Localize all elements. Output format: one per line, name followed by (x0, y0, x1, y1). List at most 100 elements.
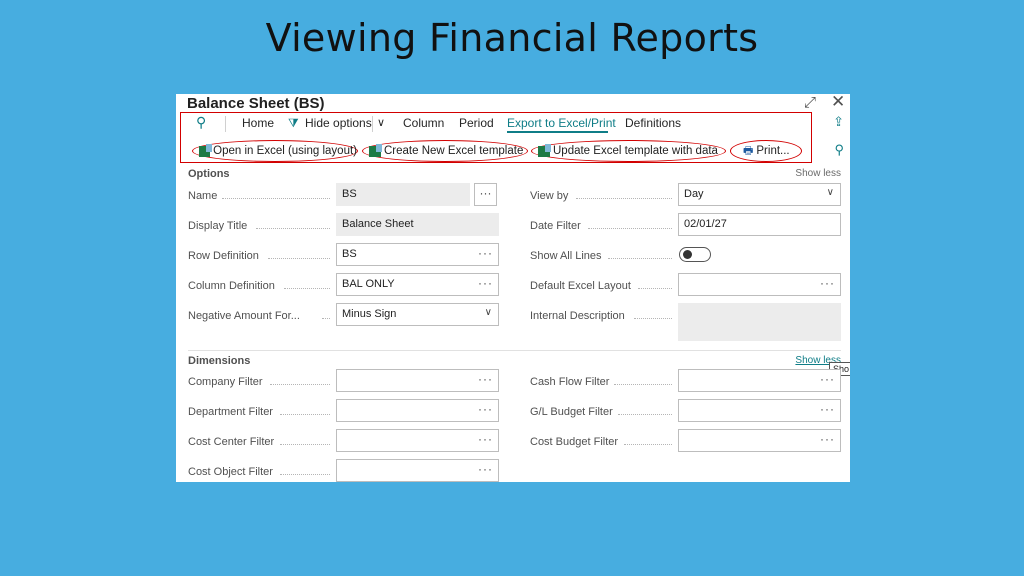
menu-period[interactable]: Period (459, 116, 494, 130)
excel-icon (199, 143, 213, 157)
row-definition-value: BS (342, 248, 357, 260)
leader-dots (280, 474, 330, 475)
leader-dots (280, 444, 330, 445)
print-label: Print... (756, 145, 790, 157)
update-template-label: Update Excel template with data (553, 145, 718, 157)
gl-budget-filter-label: G/L Budget Filter (530, 406, 613, 418)
row-definition-field[interactable]: BS ··· (336, 243, 499, 266)
date-filter-field[interactable]: 02/01/27 (678, 213, 841, 236)
internal-description-label: Internal Description (530, 310, 625, 322)
active-tab-underline (507, 131, 608, 133)
cost-budget-filter-label: Cost Budget Filter (530, 436, 619, 448)
section-divider (188, 350, 841, 351)
view-by-select[interactable]: Day ∨ (678, 183, 841, 206)
lookup-icon[interactable]: ··· (820, 372, 835, 386)
view-by-label: View by (530, 190, 569, 202)
leader-dots (614, 384, 672, 385)
show-all-lines-toggle[interactable] (679, 247, 711, 262)
lookup-icon[interactable]: ··· (478, 372, 493, 386)
name-lookup-button[interactable]: ··· (474, 183, 497, 206)
filter-icon: ⧩ (288, 116, 299, 130)
lookup-icon[interactable]: ··· (820, 402, 835, 416)
name-label: Name (188, 190, 218, 202)
close-icon[interactable]: ✕ (831, 94, 845, 110)
update-excel-template-button[interactable]: Update Excel template with data (531, 140, 726, 162)
column-definition-label: Column Definition (188, 280, 275, 292)
excel-icon (369, 143, 382, 157)
cost-center-filter-field[interactable]: ··· (336, 429, 499, 452)
lookup-icon[interactable]: ··· (478, 462, 493, 476)
menu-divider (372, 116, 373, 132)
menu-column[interactable]: Column (403, 116, 444, 130)
leader-dots (576, 198, 672, 199)
lookup-icon[interactable]: ··· (478, 246, 493, 260)
leader-dots (608, 258, 672, 259)
date-filter-label: Date Filter (530, 220, 581, 232)
open-in-excel-button[interactable]: Open in Excel (using layout) (192, 140, 358, 162)
view-by-value: Day (684, 188, 704, 200)
options-show-less[interactable]: Show less (795, 168, 841, 179)
cash-flow-filter-label: Cash Flow Filter (530, 376, 610, 388)
dimensions-section-title: Dimensions (188, 355, 251, 367)
chevron-down-icon: ∨ (484, 307, 492, 318)
column-definition-value: BAL ONLY (342, 278, 395, 290)
display-title-label: Display Title (188, 220, 248, 232)
display-title-field[interactable]: Balance Sheet (336, 213, 499, 236)
leader-dots (634, 318, 672, 319)
excel-icon (538, 143, 551, 157)
negative-amount-value: Minus Sign (342, 308, 397, 320)
printer-icon: 🖶 (743, 144, 754, 157)
create-template-label: Create New Excel template (384, 145, 524, 157)
chevron-down-icon: ∨ (826, 187, 834, 198)
chevron-down-icon[interactable]: ∨ (377, 116, 385, 129)
search-icon[interactable]: ⚲ (196, 114, 206, 131)
company-filter-label: Company Filter (188, 376, 263, 388)
cost-budget-filter-field[interactable]: ··· (678, 429, 841, 452)
cost-center-filter-label: Cost Center Filter (188, 436, 275, 448)
lookup-icon[interactable]: ··· (820, 276, 835, 290)
page-title: Balance Sheet (BS) (187, 95, 325, 112)
default-excel-layout-label: Default Excel Layout (530, 280, 631, 292)
leader-dots (588, 228, 672, 229)
lookup-icon[interactable]: ··· (478, 432, 493, 446)
leader-dots (270, 384, 330, 385)
leader-dots (624, 444, 672, 445)
lookup-icon[interactable]: ··· (478, 276, 493, 290)
menu-definitions[interactable]: Definitions (625, 116, 681, 130)
cost-object-filter-field[interactable]: ··· (336, 459, 499, 482)
slide-title: Viewing Financial Reports (265, 16, 759, 60)
company-filter-field[interactable]: ··· (336, 369, 499, 392)
leader-dots (638, 288, 672, 289)
pin-icon[interactable]: ⚲ (834, 142, 844, 158)
internal-description-field[interactable] (678, 303, 841, 341)
department-filter-field[interactable]: ··· (336, 399, 499, 422)
lookup-icon[interactable]: ··· (820, 432, 835, 446)
leader-dots (268, 258, 330, 259)
menu-export-excel-print[interactable]: Export to Excel/Print (507, 116, 616, 130)
share-icon[interactable]: ⇪ (833, 114, 844, 130)
options-section-title: Options (188, 168, 230, 180)
department-filter-label: Department Filter (188, 406, 273, 418)
column-definition-field[interactable]: BAL ONLY ··· (336, 273, 499, 296)
show-all-lines-label: Show All Lines (530, 250, 602, 262)
negative-amount-select[interactable]: Minus Sign ∨ (336, 303, 499, 326)
expand-icon[interactable]: ⤢ (804, 95, 816, 110)
menu-home[interactable]: Home (242, 116, 274, 130)
leader-dots (280, 414, 330, 415)
negative-amount-label: Negative Amount For... (188, 310, 300, 322)
cost-object-filter-label: Cost Object Filter (188, 466, 273, 478)
default-excel-layout-field[interactable]: ··· (678, 273, 841, 296)
menu-divider (225, 116, 226, 132)
cash-flow-filter-field[interactable]: ··· (678, 369, 841, 392)
leader-dots (322, 318, 330, 319)
gl-budget-filter-field[interactable]: ··· (678, 399, 841, 422)
create-excel-template-button[interactable]: Create New Excel template (362, 140, 528, 162)
leader-dots (222, 198, 330, 199)
menu-hide-options[interactable]: Hide options (305, 116, 372, 130)
name-field[interactable]: BS (336, 183, 470, 206)
row-definition-label: Row Definition (188, 250, 259, 262)
print-button[interactable]: 🖶 Print... (730, 140, 802, 162)
leader-dots (284, 288, 330, 289)
lookup-icon[interactable]: ··· (478, 402, 493, 416)
leader-dots (256, 228, 330, 229)
